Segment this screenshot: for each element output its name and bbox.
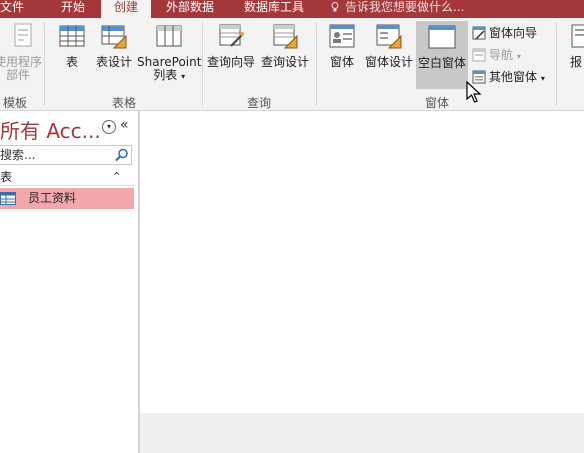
tell-me-search[interactable]: 告诉我您想要做什么... bbox=[331, 0, 464, 18]
table-icon bbox=[0, 192, 16, 205]
sharepoint-lists-button[interactable]: SharePoint 列表 ▾ bbox=[137, 22, 201, 83]
group-label-queries: 查询 bbox=[247, 96, 272, 110]
dropdown-arrow-icon: ▾ bbox=[516, 52, 521, 61]
nav-search-input[interactable] bbox=[0, 146, 108, 163]
lightbulb-icon bbox=[331, 2, 339, 12]
navigation-pane: 所有 Acc... ▾ « 表 ⌃ 员工资料 bbox=[0, 111, 140, 453]
tab-create[interactable]: 创建 bbox=[101, 0, 151, 18]
document-workspace bbox=[140, 111, 584, 413]
ribbon: 使用程序 部件 模板 表 表设计 SharePoint 列表 ▾ 表格 查询向导… bbox=[0, 18, 584, 111]
form-design-label: 窗体设计 bbox=[365, 55, 414, 69]
nav-pane-title[interactable]: 所有 Acc... bbox=[0, 115, 101, 144]
tab-file[interactable]: 文件 bbox=[0, 0, 24, 18]
nav-section-label: 表 bbox=[0, 170, 13, 184]
nav-item-employee-data[interactable]: 员工资料 bbox=[0, 188, 134, 209]
form-wizard-label: 窗体向导 bbox=[489, 26, 538, 40]
collapse-pane-icon[interactable]: « bbox=[120, 117, 129, 133]
group-separator bbox=[316, 22, 317, 106]
query-design-label: 查询设计 bbox=[261, 55, 310, 69]
nav-item-label: 员工资料 bbox=[28, 191, 77, 205]
query-design-icon bbox=[273, 24, 298, 49]
blank-form-label: 空白窗体 bbox=[417, 56, 466, 70]
search-icon[interactable] bbox=[115, 148, 129, 162]
nav-menu-dropdown-icon[interactable]: ▾ bbox=[102, 120, 116, 134]
table-design-label: 表设计 bbox=[96, 55, 133, 69]
chevron-up-icon: ⌃ bbox=[112, 170, 122, 183]
form-button[interactable]: 窗体 bbox=[328, 22, 356, 69]
tab-database-tools[interactable]: 数据库工具 bbox=[244, 0, 304, 18]
report-label: 报 bbox=[570, 55, 583, 69]
tell-me-text: 告诉我您想要做什么... bbox=[345, 0, 465, 14]
application-parts-icon bbox=[14, 23, 32, 47]
blank-form-button[interactable]: 空白窗体 bbox=[416, 21, 468, 89]
form-wizard-button[interactable]: 窗体向导 bbox=[472, 24, 537, 42]
navigation-icon bbox=[472, 48, 486, 62]
dropdown-arrow-icon: ▾ bbox=[540, 74, 545, 83]
form-label: 窗体 bbox=[329, 55, 354, 69]
table-design-icon bbox=[101, 25, 127, 49]
query-wizard-button[interactable]: 查询向导 bbox=[207, 22, 255, 69]
dropdown-arrow-icon: ▾ bbox=[181, 72, 186, 81]
navigation-button[interactable]: 导航 ▾ bbox=[472, 46, 521, 64]
mouse-cursor-icon bbox=[466, 80, 482, 103]
application-parts-button[interactable]: 使用程序 部件 bbox=[0, 22, 42, 82]
sharepoint-label-2: 列表 ▾ bbox=[153, 68, 186, 82]
group-separator bbox=[556, 22, 557, 106]
workspace-status-area bbox=[140, 413, 584, 453]
table-design-button[interactable]: 表设计 bbox=[96, 22, 132, 69]
query-wizard-icon bbox=[219, 24, 244, 47]
table-button[interactable]: 表 bbox=[58, 22, 86, 69]
form-wizard-icon bbox=[472, 26, 486, 40]
form-icon bbox=[329, 24, 355, 48]
group-label-templates: 模板 bbox=[3, 96, 28, 110]
report-button[interactable]: 报 bbox=[570, 22, 584, 69]
tab-external-data[interactable]: 外部数据 bbox=[166, 0, 214, 18]
ribbon-tab-bar: 文件 开始 创建 外部数据 数据库工具 告诉我您想要做什么... bbox=[0, 0, 584, 18]
table-icon bbox=[59, 25, 85, 47]
blank-form-icon bbox=[428, 25, 456, 49]
sharepoint-list-icon bbox=[156, 25, 182, 47]
nav-section-tables[interactable]: 表 ⌃ bbox=[0, 169, 134, 186]
query-wizard-label: 查询向导 bbox=[207, 55, 256, 69]
application-parts-label-2: 部件 bbox=[6, 68, 31, 82]
query-design-button[interactable]: 查询设计 bbox=[261, 22, 309, 69]
form-design-button[interactable]: 窗体设计 bbox=[365, 22, 413, 69]
tab-home[interactable]: 开始 bbox=[61, 0, 85, 18]
report-icon bbox=[571, 24, 584, 48]
group-label-forms: 窗体 bbox=[425, 96, 450, 110]
table-label: 表 bbox=[65, 55, 78, 69]
form-design-icon bbox=[376, 24, 402, 49]
group-separator bbox=[202, 22, 203, 106]
group-separator bbox=[44, 22, 45, 106]
group-label-tables: 表格 bbox=[112, 96, 137, 110]
nav-search-box bbox=[0, 145, 132, 165]
navigation-label: 导航 bbox=[489, 48, 514, 62]
more-forms-label: 其他窗体 bbox=[489, 70, 538, 84]
